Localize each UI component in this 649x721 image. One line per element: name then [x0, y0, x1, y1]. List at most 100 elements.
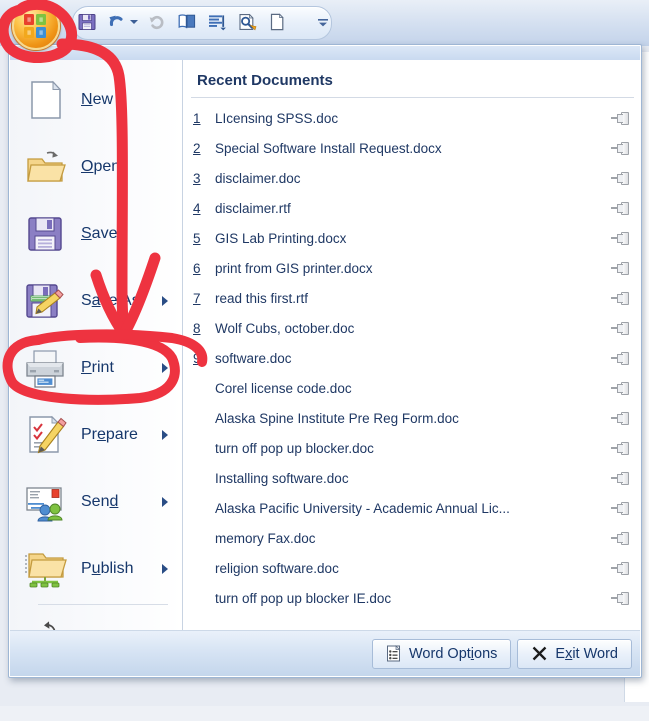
pin-document-icon[interactable]	[610, 561, 630, 575]
recent-document-number: 7	[193, 290, 201, 306]
menu-command-label: Print	[81, 358, 114, 376]
new-document-icon-wrap	[22, 77, 68, 123]
recent-document-row[interactable]: 5 GIS Lab Printing.docx	[183, 223, 640, 253]
pin-document-icon[interactable]	[610, 531, 630, 545]
menu-command-label: Save As	[81, 291, 140, 309]
menu-command-label: Save	[81, 224, 118, 242]
recent-document-row[interactable]: Alaska Spine Institute Pre Reg Form.doc	[183, 403, 640, 433]
office-button[interactable]	[8, 2, 64, 50]
word-2007-window: R cxcfxxfcccccc.ccc New Open	[0, 0, 649, 721]
word-options-label: Word Options	[409, 645, 498, 662]
recent-document-row[interactable]: 4 disclaimer.rtf	[183, 193, 640, 223]
send-envelope-icon	[26, 486, 63, 521]
printer-icon-wrap	[22, 345, 68, 391]
recent-document-name: print from GIS printer.docx	[215, 260, 373, 276]
save-icon[interactable]	[72, 8, 102, 36]
recent-document-name: Alaska Pacific University - Academic Ann…	[215, 500, 510, 516]
quick-access-toolbar	[72, 6, 342, 38]
prepare-icon	[29, 415, 67, 453]
publish-folder-icon	[25, 552, 67, 587]
pin-document-icon[interactable]	[610, 411, 630, 425]
recent-document-name: disclaimer.doc	[215, 170, 301, 186]
pin-document-icon[interactable]	[610, 201, 630, 215]
menu-command-label: New	[81, 90, 114, 108]
submenu-arrow-icon	[162, 496, 168, 507]
recent-document-row[interactable]: 6 print from GIS printer.docx	[183, 253, 640, 283]
exit-word-label: Exit Word	[555, 645, 618, 662]
recent-document-row[interactable]: Alaska Pacific University - Academic Ann…	[183, 493, 640, 523]
pin-document-icon[interactable]	[610, 501, 630, 515]
recent-document-row[interactable]: turn off pop up blocker.doc	[183, 433, 640, 463]
recent-document-name: turn off pop up blocker.doc	[215, 440, 374, 456]
redo-icon[interactable]	[142, 8, 172, 36]
recent-document-row[interactable]: 7 read this first.rtf	[183, 283, 640, 313]
command-separator	[38, 604, 168, 605]
pin-document-icon[interactable]	[610, 141, 630, 155]
menu-footer-bar: Word Options Exit Word	[10, 630, 640, 676]
recent-document-number: 4	[193, 200, 201, 216]
menu-command-new[interactable]: New	[10, 66, 182, 133]
printer-icon	[26, 349, 64, 388]
pin-document-icon[interactable]	[610, 291, 630, 305]
word-options-button[interactable]: Word Options	[372, 638, 512, 669]
send-envelope-icon-wrap	[22, 479, 68, 525]
pin-document-icon[interactable]	[610, 261, 630, 275]
recent-document-row[interactable]: 9 software.doc	[183, 343, 640, 373]
menu-command-label: Open	[81, 157, 121, 175]
close-x-icon	[533, 646, 547, 661]
recent-document-number: 2	[193, 140, 201, 156]
pin-document-icon[interactable]	[610, 111, 630, 125]
recent-document-row[interactable]: 1 LIcensing SPSS.doc	[183, 103, 640, 133]
recent-document-number: 8	[193, 320, 201, 336]
recent-document-number: 9	[193, 350, 201, 366]
pin-document-icon[interactable]	[610, 471, 630, 485]
pin-document-icon[interactable]	[610, 381, 630, 395]
recent-document-row[interactable]: 2 Special Software Install Request.docx	[183, 133, 640, 163]
recent-documents-list: 1 LIcensing SPSS.doc 2 Special Software Ins…	[183, 98, 640, 613]
pin-document-icon[interactable]	[610, 171, 630, 185]
publish-folder-icon-wrap	[22, 546, 68, 592]
recent-document-row[interactable]: Installing software.doc	[183, 463, 640, 493]
exit-word-button[interactable]: Exit Word	[517, 638, 632, 669]
new-document-icon[interactable]	[262, 8, 292, 36]
menu-command-prepare[interactable]: Prepare	[10, 401, 182, 468]
recent-document-number: 3	[193, 170, 201, 186]
reading-view-icon[interactable]	[172, 8, 202, 36]
pin-document-icon[interactable]	[610, 591, 630, 605]
menu-top-strip	[10, 46, 640, 61]
submenu-arrow-icon	[162, 563, 168, 574]
save-as-icon-wrap	[22, 278, 68, 324]
command-pane: New Open Save Save As Print Prepare Send…	[10, 60, 183, 655]
recent-document-row[interactable]: 3 disclaimer.doc	[183, 163, 640, 193]
recent-document-number: 1	[193, 110, 201, 126]
pin-document-icon[interactable]	[610, 351, 630, 365]
recent-document-row[interactable]: Corel license code.doc	[183, 373, 640, 403]
open-folder-icon-wrap	[22, 144, 68, 190]
pin-document-icon[interactable]	[610, 321, 630, 335]
menu-command-save[interactable]: Save	[10, 200, 182, 267]
recent-document-name: turn off pop up blocker IE.doc	[215, 590, 392, 606]
recent-document-name: Special Software Install Request.docx	[215, 140, 442, 156]
recent-document-row[interactable]: 8 Wolf Cubs, october.doc	[183, 313, 640, 343]
recent-document-row[interactable]: religion software.doc	[183, 553, 640, 583]
submenu-arrow-icon	[162, 295, 168, 306]
save-as-icon	[26, 283, 64, 318]
recent-document-row[interactable]: turn off pop up blocker IE.doc	[183, 583, 640, 613]
floppy-disk-icon	[28, 216, 62, 251]
pin-document-icon[interactable]	[610, 441, 630, 455]
recent-document-row[interactable]: memory Fax.doc	[183, 523, 640, 553]
menu-command-open[interactable]: Open	[10, 133, 182, 200]
menu-command-label: Send	[81, 492, 119, 510]
recent-document-name: religion software.doc	[215, 560, 339, 576]
menu-command-print[interactable]: Print	[10, 334, 182, 401]
menu-command-save-as[interactable]: Save As	[10, 267, 182, 334]
menu-command-publish[interactable]: Publish	[10, 535, 182, 602]
recent-document-name: Alaska Spine Institute Pre Reg Form.doc	[215, 410, 459, 426]
new-document-icon	[31, 80, 62, 119]
menu-command-send[interactable]: Send	[10, 468, 182, 535]
undo-icon[interactable]	[102, 8, 132, 36]
print-layout-icon[interactable]	[202, 8, 232, 36]
customize-qat-caret[interactable]	[308, 8, 338, 36]
print-preview-icon[interactable]	[232, 8, 262, 36]
pin-document-icon[interactable]	[610, 231, 630, 245]
